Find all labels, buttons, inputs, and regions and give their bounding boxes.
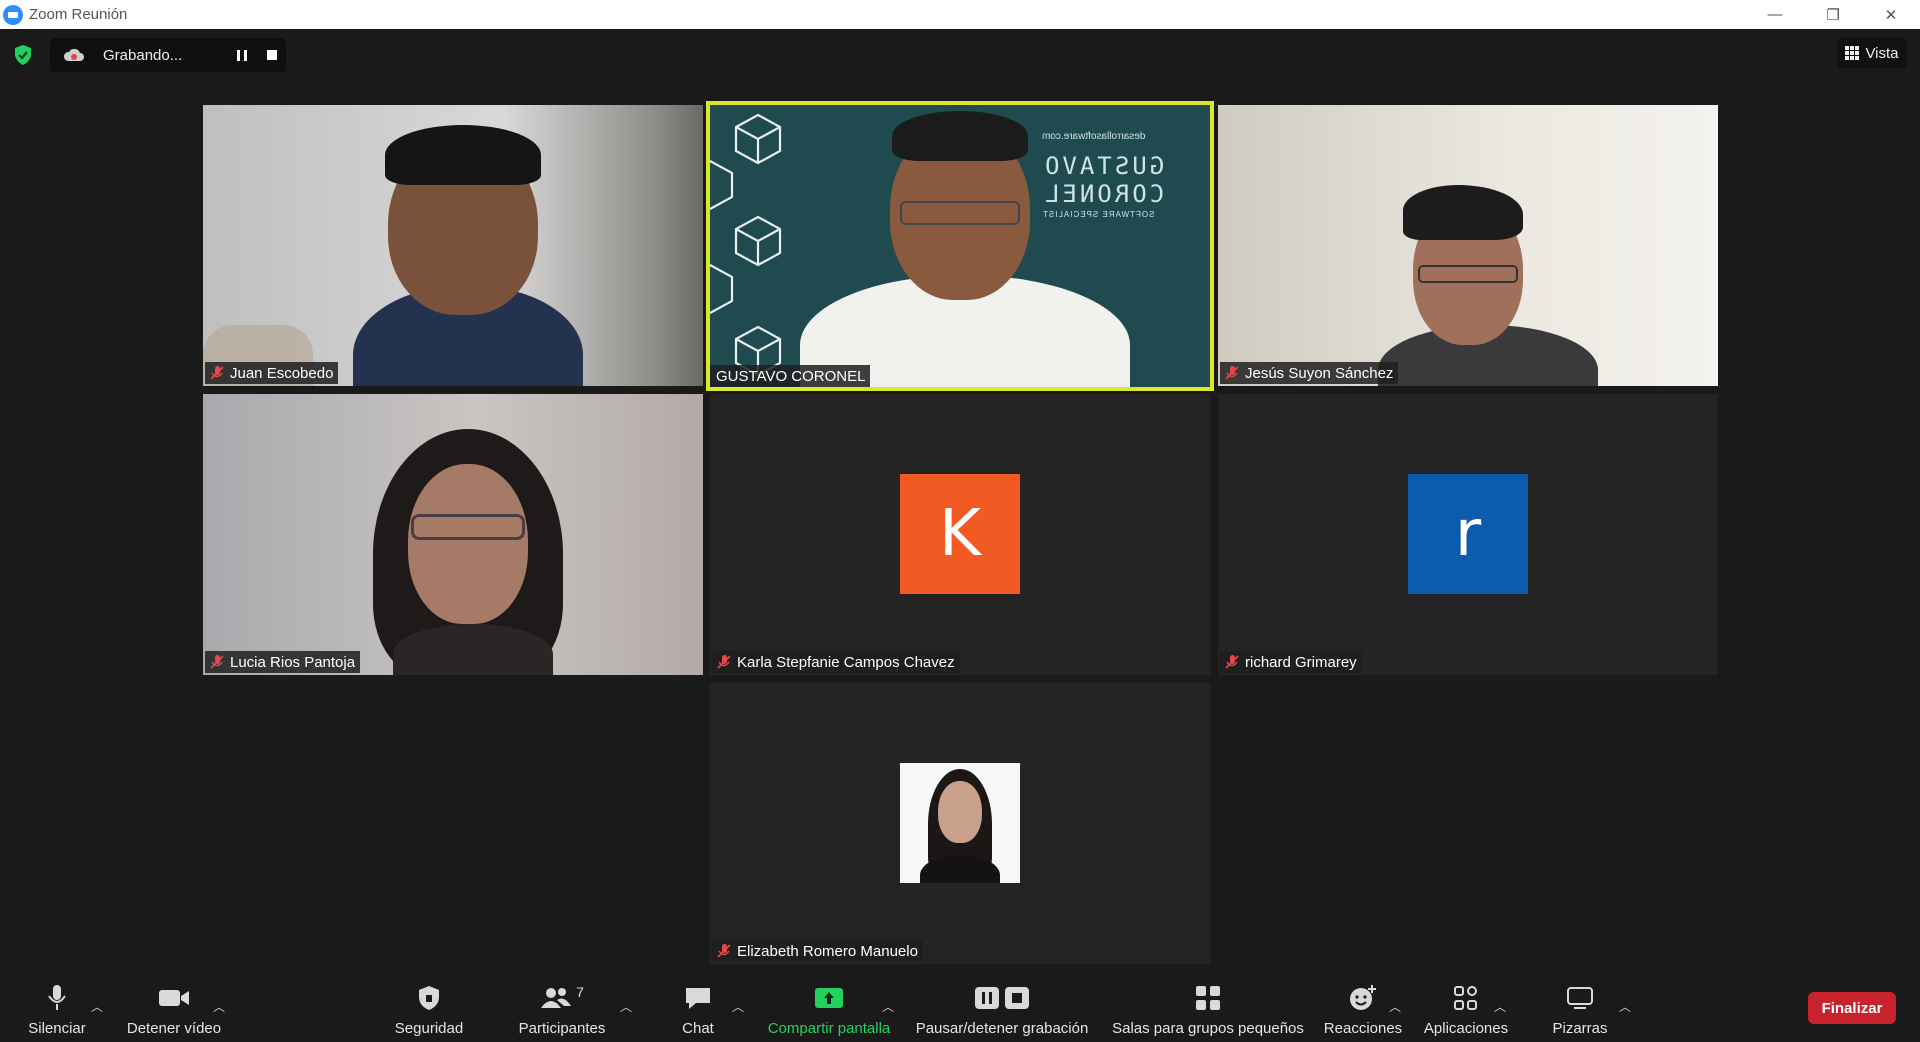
microphone-icon bbox=[48, 985, 66, 1010]
participant-profile-photo bbox=[900, 763, 1020, 883]
video-tile[interactable]: Elizabeth Romero Manuelo bbox=[710, 683, 1210, 964]
video-tile[interactable]: Jesús Suyon Sánchez bbox=[1218, 105, 1718, 386]
apps-options-chevron-icon[interactable]: ︿ bbox=[1494, 998, 1506, 1015]
view-button[interactable]: Vista bbox=[1837, 38, 1907, 68]
participant-name: Juan Escobedo bbox=[230, 364, 334, 382]
participant-name-tag: Juan Escobedo bbox=[205, 362, 339, 384]
reactions-options-chevron-icon[interactable]: ︿ bbox=[1389, 998, 1401, 1015]
whiteboard-icon bbox=[1567, 987, 1593, 1009]
participants-button[interactable]: 7 Participantes bbox=[512, 966, 612, 1042]
participant-name-tag: Karla Stepfanie Campos Chavez bbox=[712, 651, 960, 673]
reactions-label: Reacciones bbox=[1323, 1020, 1403, 1037]
participant-name: Elizabeth Romero Manuelo bbox=[737, 942, 918, 960]
participant-video: desarrollasoftware.com GUSTAVO CORONEL S… bbox=[710, 105, 1210, 387]
cloud-recording-icon bbox=[63, 48, 84, 61]
stop-icon bbox=[267, 50, 277, 60]
participant-video bbox=[203, 394, 703, 675]
video-tile-active-speaker[interactable]: desarrollasoftware.com GUSTAVO CORONEL S… bbox=[706, 101, 1214, 391]
video-options-chevron-icon[interactable]: ︿ bbox=[213, 998, 225, 1015]
participant-name-tag: richard Grimarey bbox=[1220, 651, 1362, 673]
close-button[interactable]: ✕ bbox=[1862, 0, 1920, 29]
participant-name: Karla Stepfanie Campos Chavez bbox=[737, 653, 955, 671]
breakout-rooms-button[interactable]: Salas para grupos pequeños bbox=[1110, 966, 1306, 1042]
share-screen-label: Compartir pantalla bbox=[767, 1020, 891, 1037]
share-screen-button[interactable]: Compartir pantalla bbox=[760, 966, 898, 1042]
chat-bubble-icon bbox=[686, 988, 710, 1009]
participant-name: richard Grimarey bbox=[1245, 653, 1357, 671]
chat-label: Chat bbox=[682, 1020, 714, 1037]
recording-bar: Grabando... bbox=[50, 38, 286, 72]
chat-options-chevron-icon[interactable]: ︿ bbox=[732, 998, 744, 1015]
apps-label: Aplicaciones bbox=[1423, 1020, 1509, 1037]
minimize-button[interactable]: — bbox=[1746, 0, 1804, 29]
whiteboards-options-chevron-icon[interactable]: ︿ bbox=[1619, 998, 1631, 1015]
muted-mic-icon bbox=[717, 655, 731, 669]
security-shield-icon bbox=[419, 986, 439, 1010]
participants-count: 7 bbox=[576, 984, 584, 1000]
muted-mic-icon bbox=[210, 366, 224, 380]
security-button[interactable]: Seguridad bbox=[384, 966, 474, 1042]
muted-mic-icon bbox=[210, 655, 224, 669]
pause-icon bbox=[237, 49, 247, 61]
mute-options-chevron-icon[interactable]: ︿ bbox=[91, 998, 103, 1015]
encryption-shield-icon[interactable] bbox=[13, 44, 33, 66]
video-tile[interactable]: Juan Escobedo bbox=[203, 105, 703, 386]
stop-recording-button[interactable] bbox=[258, 38, 286, 72]
mute-button[interactable]: Silenciar bbox=[18, 966, 96, 1042]
participant-name-tag: Elizabeth Romero Manuelo bbox=[712, 940, 923, 962]
participants-icon bbox=[541, 988, 572, 1008]
participant-name-tag: Lucia Rios Pantoja bbox=[205, 651, 361, 673]
participant-video bbox=[1218, 105, 1718, 386]
whiteboards-button[interactable]: Pizarras bbox=[1540, 966, 1620, 1042]
participant-avatar: K bbox=[900, 474, 1020, 594]
mute-label: Silenciar bbox=[28, 1020, 86, 1037]
view-label: Vista bbox=[1865, 44, 1899, 62]
end-meeting-button[interactable]: Finalizar bbox=[1808, 992, 1896, 1024]
pause-recording-button[interactable] bbox=[228, 38, 256, 72]
background-branding: desarrollasoftware.com GUSTAVO CORONEL S… bbox=[1042, 131, 1165, 219]
pause-stop-recording-button[interactable]: Pausar/detener grabación bbox=[912, 966, 1092, 1042]
whiteboards-label: Pizarras bbox=[1552, 1020, 1608, 1037]
pause-icon bbox=[975, 987, 999, 1009]
cube-pattern-icon bbox=[710, 113, 782, 377]
video-tile[interactable]: Lucia Rios Pantoja bbox=[203, 394, 703, 675]
security-label: Seguridad bbox=[394, 1020, 464, 1037]
pause-recording-label: Pausar/detener grabación bbox=[915, 1020, 1089, 1037]
participant-avatar: r bbox=[1408, 474, 1528, 594]
participant-name: Lucia Rios Pantoja bbox=[230, 653, 356, 671]
breakout-rooms-label: Salas para grupos pequeños bbox=[1112, 1020, 1304, 1037]
chat-button[interactable]: Chat bbox=[668, 966, 728, 1042]
stop-icon bbox=[1005, 987, 1029, 1009]
participant-name: Jesús Suyon Sánchez bbox=[1245, 364, 1394, 382]
recording-status: Grabando... bbox=[103, 46, 183, 64]
participant-name-tag: GUSTAVO CORONEL bbox=[710, 365, 871, 387]
participants-label: Participantes bbox=[518, 1020, 606, 1037]
video-camera-icon bbox=[159, 990, 189, 1006]
window-title: Zoom Reunión bbox=[29, 6, 128, 23]
share-screen-icon bbox=[815, 988, 843, 1008]
window-titlebar: Zoom Reunión — ❐ ✕ bbox=[0, 0, 1920, 29]
window-controls: — ❐ ✕ bbox=[1746, 0, 1920, 29]
reactions-smiley-icon bbox=[1350, 985, 1376, 1010]
participant-name-tag: Jesús Suyon Sánchez bbox=[1220, 362, 1399, 384]
apps-icon bbox=[1454, 986, 1477, 1010]
grid-view-icon bbox=[1845, 46, 1860, 60]
video-tile[interactable]: K Karla Stepfanie Campos Chavez bbox=[710, 394, 1210, 675]
participant-name: GUSTAVO CORONEL bbox=[716, 367, 866, 385]
breakout-rooms-icon bbox=[1196, 986, 1220, 1010]
video-tile[interactable]: r richard Grimarey bbox=[1218, 394, 1718, 675]
meeting-toolbar: Silenciar ︿ Detener vídeo ︿ Seguridad 7 … bbox=[0, 966, 1920, 1042]
share-options-chevron-icon[interactable]: ︿ bbox=[882, 998, 894, 1015]
participants-options-chevron-icon[interactable]: ︿ bbox=[620, 998, 632, 1015]
stop-video-label: Detener vídeo bbox=[126, 1020, 222, 1037]
participant-video bbox=[203, 105, 703, 386]
muted-mic-icon bbox=[1225, 366, 1239, 380]
muted-mic-icon bbox=[1225, 655, 1239, 669]
restore-button[interactable]: ❐ bbox=[1804, 0, 1862, 29]
muted-mic-icon bbox=[717, 944, 731, 958]
zoom-logo-icon bbox=[3, 4, 23, 25]
